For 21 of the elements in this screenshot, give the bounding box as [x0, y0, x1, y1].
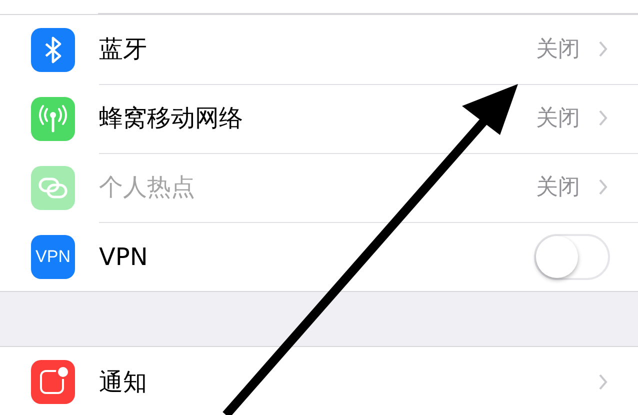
chevron-icon: [598, 40, 608, 58]
row-value: 关闭: [536, 174, 580, 202]
chevron-icon: [598, 178, 608, 196]
notification-icon: [31, 360, 75, 404]
toggle-switch[interactable]: [534, 234, 610, 280]
chevron-icon: [598, 109, 608, 127]
settings-row[interactable]: 蓝牙 关闭: [0, 15, 638, 84]
settings-row[interactable]: 通知: [0, 347, 638, 415]
row-label: 通知: [99, 366, 148, 398]
row-value: 关闭: [536, 105, 580, 133]
bluetooth-icon: [31, 28, 75, 72]
row-label: 蜂窝移动网络: [99, 103, 244, 134]
row-label: 个人热点: [99, 172, 196, 203]
link-icon: [31, 166, 75, 210]
chevron-icon: [598, 372, 608, 390]
settings-row[interactable]: VPN VPN: [0, 222, 638, 291]
antenna-icon: [31, 96, 75, 140]
vpn-icon: VPN: [31, 234, 75, 278]
row-value: 关闭: [536, 36, 580, 64]
row-label: 蓝牙: [99, 34, 148, 65]
row-label: VPN: [99, 242, 149, 270]
